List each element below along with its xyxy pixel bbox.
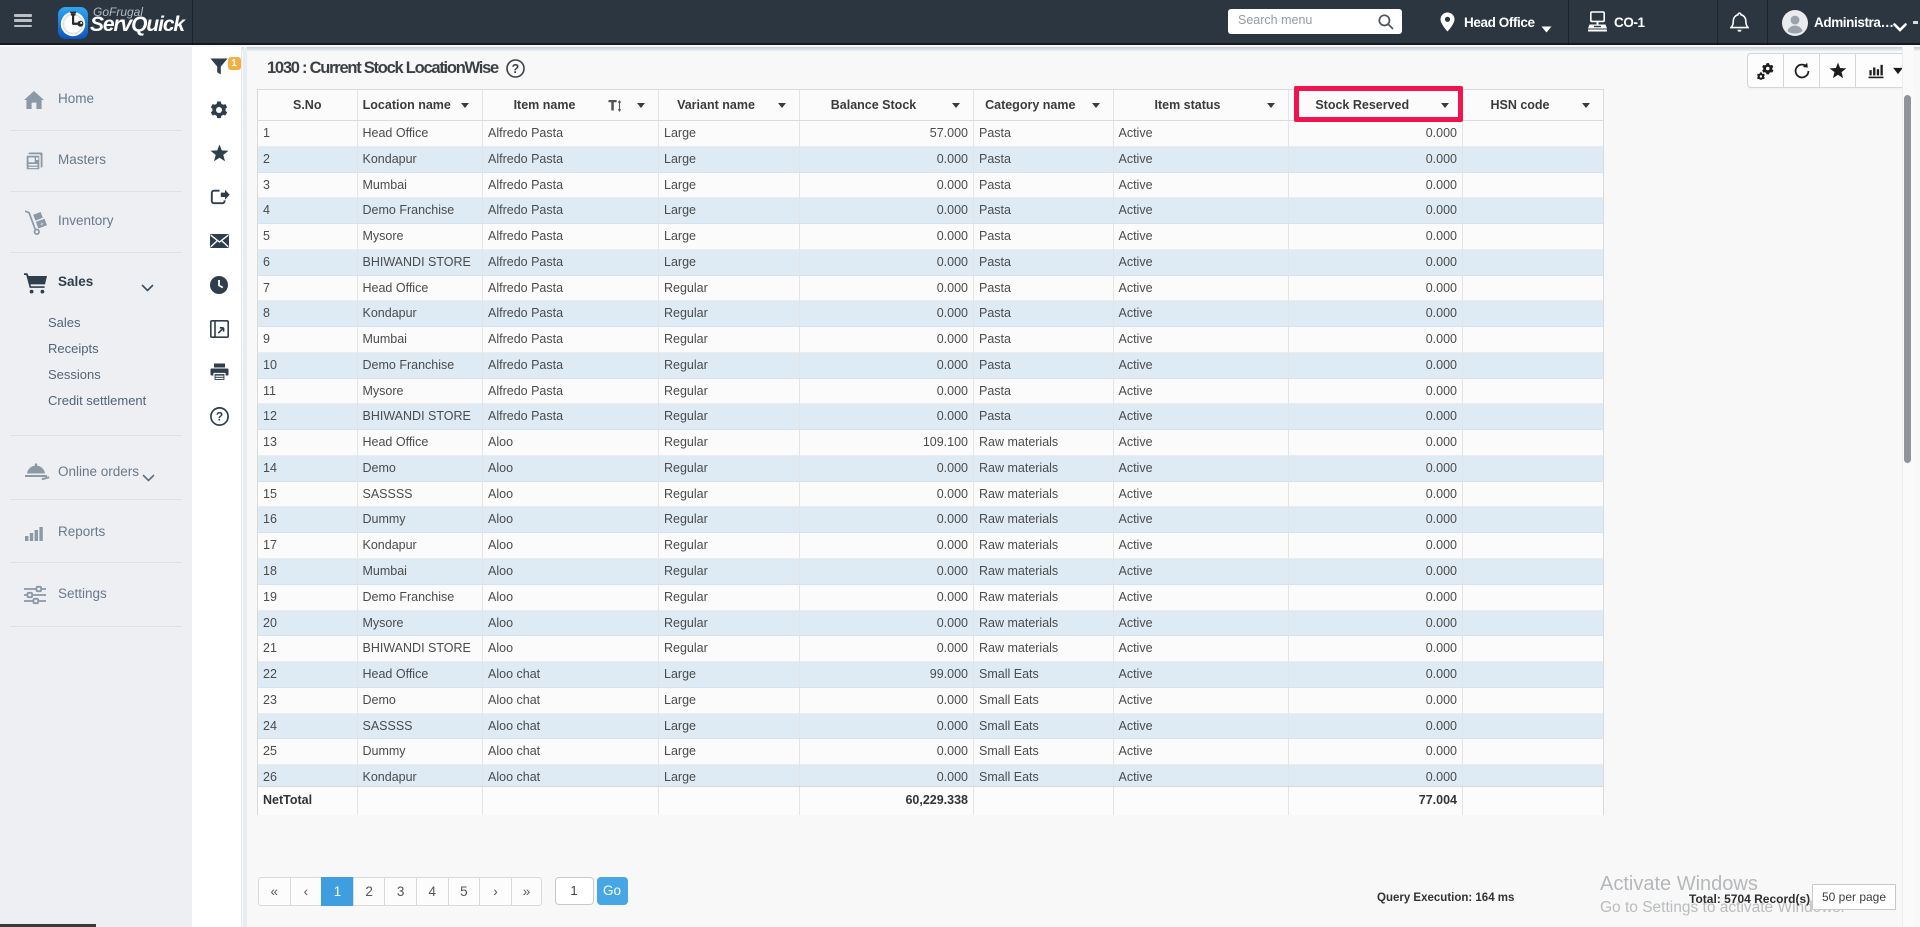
svg-text:?: ? xyxy=(512,62,520,76)
svg-text:?: ? xyxy=(216,409,223,423)
